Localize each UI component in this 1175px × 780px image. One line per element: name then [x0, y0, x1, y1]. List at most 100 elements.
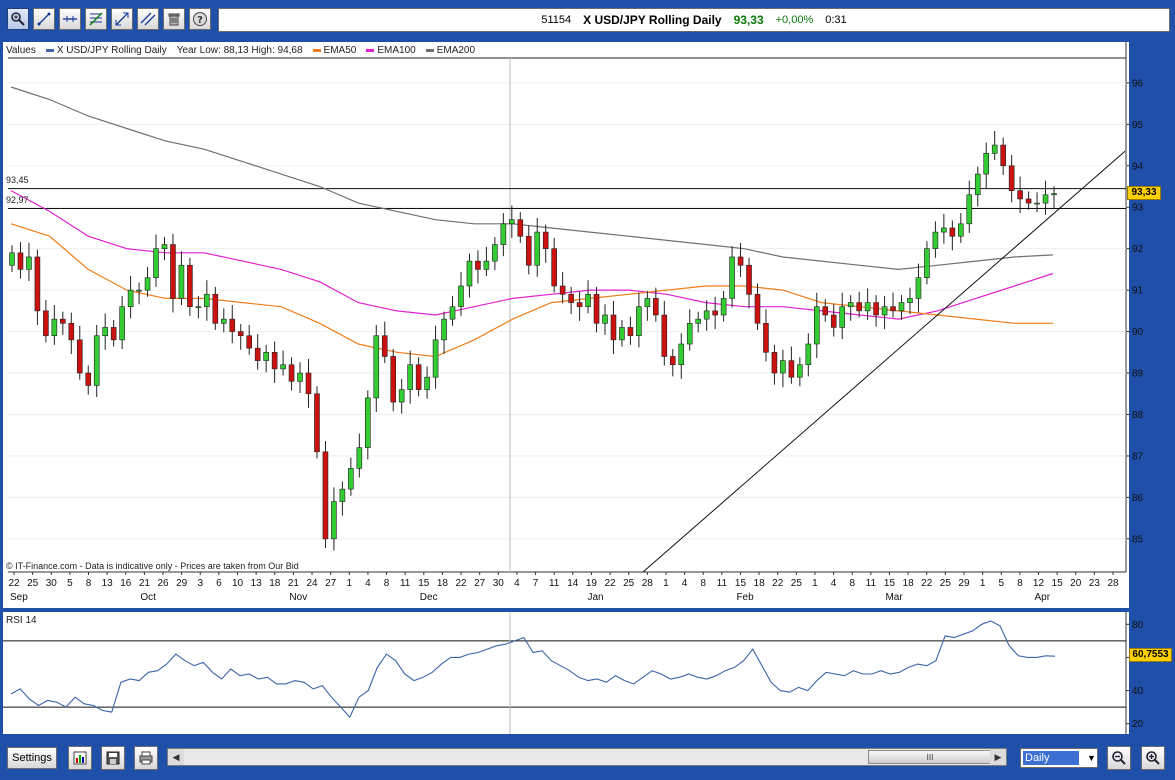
- rsi-y-tick-label: 40: [1132, 686, 1144, 697]
- candle-body: [593, 293, 600, 324]
- indicators-icon[interactable]: [68, 746, 92, 770]
- rsi-panel[interactable]: 80604020 RSI 14 60,7553: [3, 612, 1172, 734]
- candle-body: [974, 173, 981, 196]
- scale-icon[interactable]: [111, 8, 133, 30]
- trash-icon[interactable]: [163, 8, 185, 30]
- x-tick-label: 15: [1052, 578, 1064, 589]
- candle-body: [517, 219, 524, 237]
- month-label: Nov: [289, 592, 307, 603]
- legend-ema200-label: EMA200: [436, 45, 476, 56]
- x-tick-label: 27: [325, 578, 337, 589]
- candle-body: [9, 252, 15, 266]
- x-tick-label: 22: [605, 578, 617, 589]
- draw-line-icon[interactable]: [33, 8, 55, 30]
- candle-body: [780, 360, 786, 374]
- y-tick-label: 91: [1132, 286, 1144, 297]
- candle-body: [712, 310, 718, 316]
- legend-range-text: Year Low: 88,13 High: 94,68: [176, 45, 303, 56]
- candle-body: [127, 289, 134, 308]
- candle-body: [17, 252, 24, 270]
- level-label-2: 92,97: [6, 195, 29, 205]
- candle-body: [915, 277, 922, 299]
- period-select[interactable]: Daily ▼: [1020, 748, 1098, 768]
- chart-scrollbar[interactable]: ◀ III ▶: [167, 748, 1007, 766]
- scroll-right-icon[interactable]: ▶: [990, 749, 1006, 765]
- legend-ema50: EMA50: [312, 45, 357, 56]
- candle-body: [161, 244, 168, 249]
- y-tick-label: 90: [1132, 327, 1144, 338]
- candle-body: [339, 488, 346, 502]
- fibonacci-icon[interactable]: [85, 8, 107, 30]
- x-tick-label: 12: [1033, 578, 1045, 589]
- candle-body: [797, 364, 803, 378]
- x-tick-label: 21: [139, 578, 151, 589]
- y-tick-label: 96: [1132, 78, 1144, 89]
- help-icon[interactable]: ?: [189, 8, 211, 30]
- x-tick-label: 29: [176, 578, 188, 589]
- zoom-icon[interactable]: [7, 8, 29, 30]
- candle: [322, 441, 329, 548]
- x-tick-label: 11: [717, 578, 728, 589]
- rsi-background: [3, 612, 1126, 734]
- rsi-chart[interactable]: 80604020: [3, 612, 1175, 734]
- candle-body: [424, 376, 430, 390]
- candle-body: [187, 264, 193, 308]
- parallel-lines-icon[interactable]: [137, 8, 159, 30]
- print-icon[interactable]: [134, 746, 158, 770]
- candle-body: [229, 318, 236, 332]
- candle-body: [898, 302, 905, 312]
- x-tick-label: 1: [812, 578, 818, 589]
- candle-body: [610, 314, 617, 341]
- chevron-down-icon[interactable]: ▼: [1087, 753, 1096, 763]
- x-tick-label: 22: [921, 578, 933, 589]
- candle-body: [619, 327, 625, 341]
- period-value: Daily: [1023, 751, 1079, 765]
- candle-body: [703, 310, 710, 320]
- candle-body: [51, 318, 58, 337]
- x-tick-label: 3: [197, 578, 203, 589]
- price-chart-panel[interactable]: 85 86 87 88 89 90 91 92 93 94 95 96 22 25 30 5 8 13 16 21 26…: [3, 42, 1161, 608]
- candle-body: [830, 314, 837, 328]
- candle-body: [466, 260, 473, 287]
- candle-body: [856, 302, 862, 312]
- month-label: Sep: [10, 592, 28, 603]
- rsi-title: RSI 14: [6, 615, 37, 626]
- x-tick-label: 11: [866, 578, 877, 589]
- candle-body: [415, 364, 422, 390]
- candle-body: [847, 302, 854, 308]
- x-tick-label: 28: [642, 578, 654, 589]
- x-tick-label: 18: [269, 578, 281, 589]
- candle-body: [585, 293, 591, 308]
- legend-ema50-label: EMA50: [323, 45, 357, 56]
- candle-body: [1025, 198, 1032, 204]
- candle-body: [348, 468, 354, 490]
- horizontal-line-icon[interactable]: [59, 8, 81, 30]
- x-tick-label: 4: [831, 578, 837, 589]
- candle-body: [322, 451, 329, 540]
- x-tick-label: 23: [1089, 578, 1101, 589]
- x-tick-label: 11: [549, 578, 560, 589]
- x-tick-label: 1: [347, 578, 353, 589]
- candle-body: [864, 302, 871, 312]
- scroll-left-icon[interactable]: ◀: [168, 749, 184, 765]
- settings-button[interactable]: Settings: [7, 747, 57, 769]
- zoom-in-icon[interactable]: [1141, 746, 1165, 770]
- candle-body: [907, 298, 913, 303]
- candle-body: [627, 327, 634, 337]
- price-chart[interactable]: 85868788899091929394959622 25 30 5 8 13 16 21 26…: [3, 42, 1175, 608]
- scroll-thumb[interactable]: III: [868, 750, 992, 764]
- candle-body: [754, 293, 761, 324]
- candle-body: [602, 314, 608, 324]
- month-label: Apr: [1034, 592, 1050, 603]
- rsi-y-tick-label: 20: [1132, 719, 1144, 730]
- x-tick-label: 4: [682, 578, 688, 589]
- candle-body: [475, 260, 481, 270]
- candle-body: [297, 372, 303, 382]
- zoom-out-icon[interactable]: [1107, 746, 1131, 770]
- candle-body: [102, 327, 108, 337]
- candle-body: [805, 343, 812, 366]
- candle-body: [365, 397, 371, 448]
- save-icon[interactable]: [101, 746, 125, 770]
- candle-body: [220, 318, 227, 324]
- candle-body: [771, 352, 778, 374]
